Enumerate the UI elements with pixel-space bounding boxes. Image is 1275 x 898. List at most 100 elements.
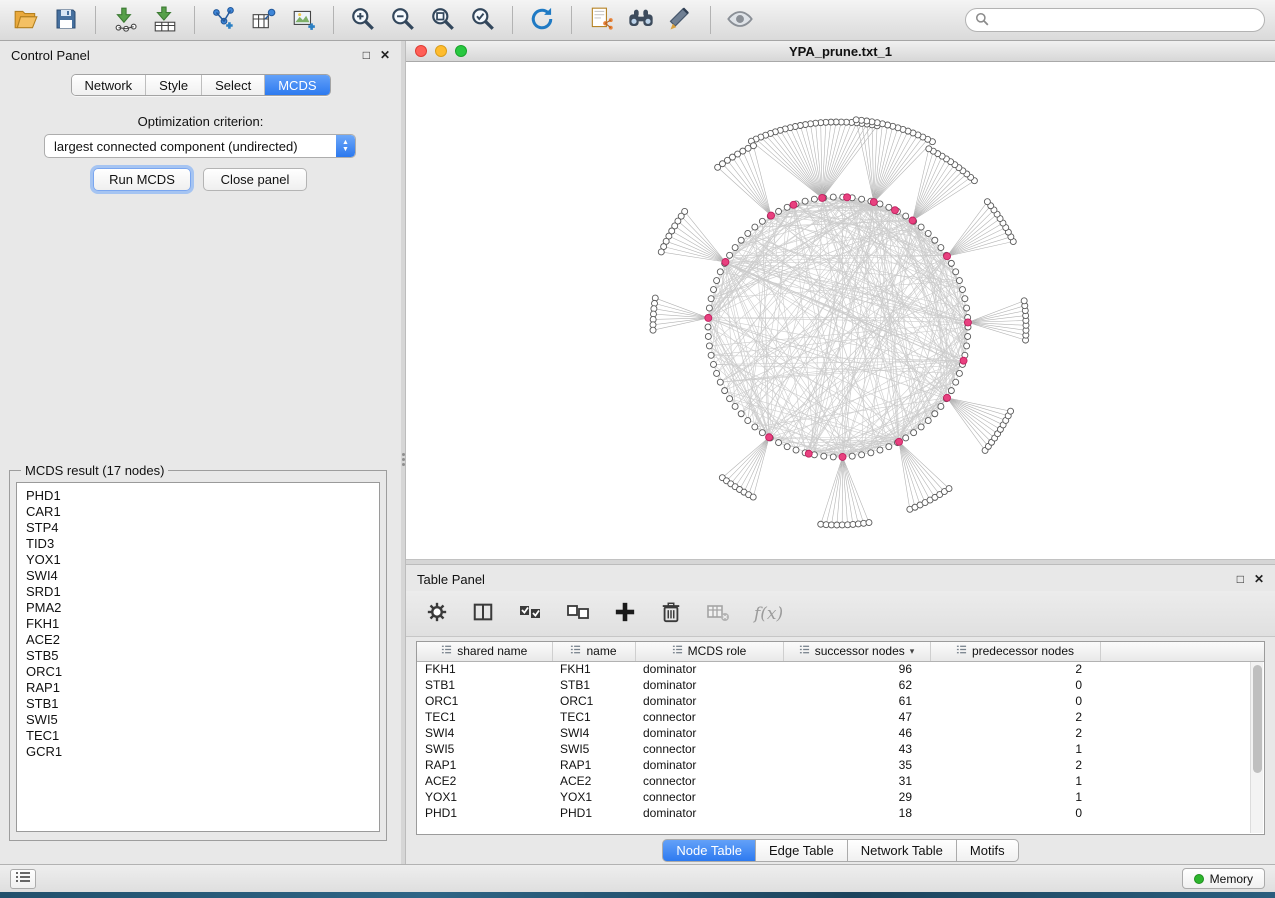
network-node[interactable]: [938, 245, 944, 251]
float-table-panel-button[interactable]: □: [1237, 572, 1244, 586]
network-node[interactable]: [926, 146, 932, 152]
mcds-node[interactable]: [844, 194, 851, 201]
network-node[interactable]: [706, 343, 712, 349]
mcds-node[interactable]: [819, 194, 826, 201]
mcds-node[interactable]: [790, 201, 797, 208]
column-header-mcds-role[interactable]: MCDS role: [635, 642, 783, 661]
network-node[interactable]: [925, 230, 931, 236]
network-node[interactable]: [903, 213, 909, 219]
show-columns-button[interactable]: [472, 601, 494, 626]
network-node[interactable]: [708, 296, 714, 302]
network-node[interactable]: [793, 447, 799, 453]
network-node[interactable]: [784, 204, 790, 210]
zoom-out-button[interactable]: [387, 4, 419, 36]
network-node[interactable]: [925, 418, 931, 424]
mcds-node[interactable]: [839, 453, 846, 460]
search-input[interactable]: [995, 13, 1255, 28]
network-node[interactable]: [752, 424, 758, 430]
network-node[interactable]: [750, 494, 756, 500]
table-tab-motifs[interactable]: Motifs: [957, 839, 1019, 862]
mcds-node[interactable]: [960, 357, 967, 364]
column-header-name[interactable]: name: [552, 642, 635, 661]
network-node[interactable]: [708, 352, 714, 358]
network-graph[interactable]: [406, 62, 1275, 559]
network-node[interactable]: [776, 208, 782, 214]
network-node[interactable]: [714, 278, 720, 284]
table-row[interactable]: ORC1ORC1dominator610: [417, 693, 1264, 709]
network-node[interactable]: [984, 199, 990, 205]
mcds-node[interactable]: [870, 199, 877, 206]
table-row[interactable]: TEC1TEC1connector472: [417, 709, 1264, 725]
import-table-button[interactable]: [149, 4, 181, 36]
network-node[interactable]: [859, 196, 865, 202]
network-node[interactable]: [932, 411, 938, 417]
optimization-criterion-dropdown[interactable]: largest connected component (undirected)…: [44, 134, 356, 158]
network-node[interactable]: [722, 388, 728, 394]
network-node[interactable]: [1021, 298, 1027, 304]
network-node[interactable]: [759, 430, 765, 436]
save-session-button[interactable]: [50, 4, 82, 36]
network-node[interactable]: [948, 260, 954, 266]
network-node[interactable]: [715, 164, 721, 170]
tab-select[interactable]: Select: [202, 75, 265, 95]
network-node[interactable]: [877, 447, 883, 453]
network-node[interactable]: [745, 230, 751, 236]
mcds-node[interactable]: [705, 314, 712, 321]
delete-table-button[interactable]: [706, 600, 730, 627]
table-row[interactable]: RAP1RAP1dominator352: [417, 757, 1264, 773]
table-tab-node-table[interactable]: Node Table: [662, 839, 756, 862]
network-node[interactable]: [650, 327, 656, 333]
table-row[interactable]: YOX1YOX1connector291: [417, 789, 1264, 805]
select-all-button[interactable]: [518, 600, 542, 627]
network-node[interactable]: [868, 450, 874, 456]
tab-network[interactable]: Network: [71, 75, 146, 95]
close-panel-button-mcds[interactable]: Close panel: [203, 168, 307, 191]
network-node[interactable]: [705, 333, 711, 339]
tab-mcds[interactable]: MCDS: [265, 75, 329, 95]
network-node[interactable]: [711, 287, 717, 293]
network-node[interactable]: [752, 224, 758, 230]
table-tab-network-table[interactable]: Network Table: [848, 839, 957, 862]
mcds-node[interactable]: [909, 217, 916, 224]
table-row[interactable]: STB1STB1dominator620: [417, 677, 1264, 693]
network-node[interactable]: [1008, 408, 1014, 414]
network-node[interactable]: [886, 444, 892, 450]
mcds-node[interactable]: [891, 207, 898, 214]
table-settings-button[interactable]: [426, 601, 448, 626]
scrollbar-thumb[interactable]: [1253, 665, 1262, 773]
network-node[interactable]: [866, 520, 872, 526]
network-node[interactable]: [714, 370, 720, 376]
network-node[interactable]: [732, 245, 738, 251]
column-header-successor-nodes[interactable]: successor nodes▾: [783, 642, 930, 661]
network-node[interactable]: [956, 370, 962, 376]
network-node[interactable]: [918, 424, 924, 430]
zoom-in-button[interactable]: [347, 4, 379, 36]
network-node[interactable]: [745, 418, 751, 424]
network-node[interactable]: [948, 388, 954, 394]
memory-button[interactable]: Memory: [1182, 868, 1265, 889]
mcds-node[interactable]: [766, 434, 773, 441]
export-image-button[interactable]: [288, 4, 320, 36]
network-window-titlebar[interactable]: YPA_prune.txt_1: [406, 41, 1275, 62]
network-node[interactable]: [717, 379, 723, 385]
network-node[interactable]: [784, 444, 790, 450]
network-node[interactable]: [932, 237, 938, 243]
network-node[interactable]: [965, 333, 971, 339]
close-table-panel-button[interactable]: ✕: [1254, 572, 1264, 586]
deselect-all-button[interactable]: [566, 600, 590, 627]
network-node[interactable]: [821, 453, 827, 459]
network-node[interactable]: [705, 324, 711, 330]
column-header-predecessor-nodes[interactable]: predecessor nodes: [930, 642, 1100, 661]
table-row[interactable]: PHD1PHD1dominator180: [417, 805, 1264, 821]
network-node[interactable]: [959, 287, 965, 293]
close-panel-button[interactable]: ✕: [380, 48, 390, 62]
network-node[interactable]: [853, 117, 859, 123]
network-node[interactable]: [711, 361, 717, 367]
network-node[interactable]: [706, 305, 712, 311]
network-node[interactable]: [738, 411, 744, 417]
mcds-node[interactable]: [722, 259, 729, 266]
network-node[interactable]: [830, 454, 836, 460]
zoom-selected-button[interactable]: [467, 4, 499, 36]
show-hide-button[interactable]: [724, 4, 756, 36]
network-node[interactable]: [717, 269, 723, 275]
